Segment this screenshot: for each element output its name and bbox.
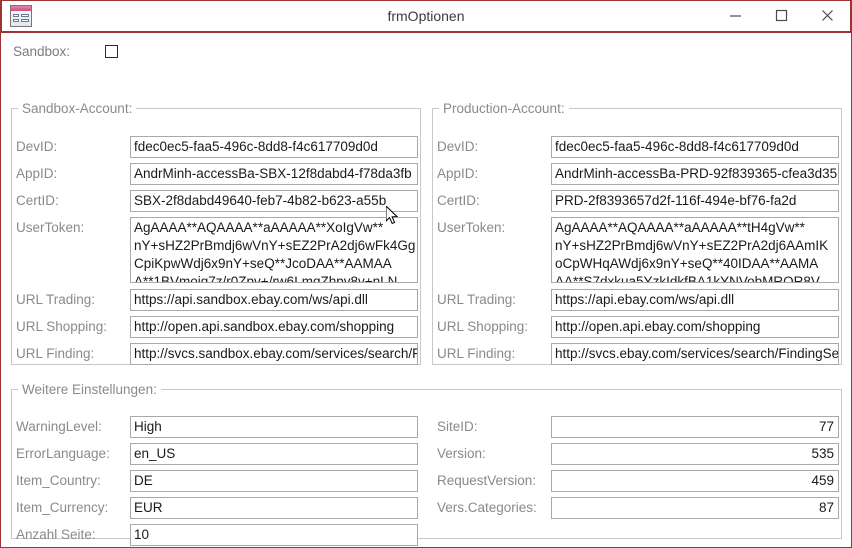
options-dialog-window: frmOptionen Sandbox: Sandbox-Account: De… [0, 0, 852, 548]
requestversion-input[interactable]: 459 [551, 470, 839, 492]
maximize-button[interactable] [758, 1, 804, 29]
sandbox-usertoken-input[interactable]: AgAAAA**AQAAAA**aAAAAA**XoIgVw** nY+sHZ2… [130, 217, 418, 283]
sandbox-certid-input[interactable]: SBX-2f8dabd49640-feb7-4b82-b623-a55b [130, 190, 418, 212]
production-account-legend: Production-Account: [443, 101, 565, 116]
errorlanguage-input[interactable]: en_US [130, 443, 418, 465]
item-country-label: Item_Country: [16, 473, 101, 488]
sandbox-url-finding-input[interactable]: http://svcs.sandbox.ebay.com/services/se… [130, 343, 418, 365]
errorlanguage-label: ErrorLanguage: [16, 446, 110, 461]
vers-categories-label: Vers.Categories: [437, 500, 537, 515]
production-account-group: Production-Account: DevID: fdec0ec5-faa5… [432, 101, 842, 365]
anzahl-seite-label: Anzahl Seite: [16, 527, 96, 542]
sandbox-checkbox[interactable] [105, 44, 118, 58]
sandbox-url-trading-label: URL Trading: [16, 292, 96, 307]
sandbox-appid-label: AppID: [16, 166, 58, 181]
production-certid-input[interactable]: PRD-2f8393657d2f-116f-494e-bf76-fa2d [551, 190, 839, 212]
production-url-finding-input[interactable]: http://svcs.ebay.com/services/search/Fin… [551, 343, 839, 365]
sandbox-account-group: Sandbox-Account: DevID: fdec0ec5-faa5-49… [11, 101, 421, 365]
warninglevel-input[interactable]: High [130, 416, 418, 438]
requestversion-label: RequestVersion: [437, 473, 537, 488]
sandbox-usertoken-label: UserToken: [16, 220, 85, 235]
sandbox-url-finding-label: URL Finding: [16, 346, 95, 361]
title-bar: frmOptionen [1, 0, 851, 33]
warninglevel-label: WarningLevel: [16, 419, 102, 434]
production-url-shopping-input[interactable]: http://open.api.ebay.com/shopping [551, 316, 839, 338]
item-currency-input[interactable]: EUR [130, 497, 418, 519]
version-input[interactable]: 535 [551, 443, 839, 465]
minimize-button[interactable] [712, 1, 758, 29]
sandbox-account-legend: Sandbox-Account: [22, 101, 133, 116]
production-devid-label: DevID: [437, 139, 479, 154]
sandbox-url-shopping-input[interactable]: http://open.api.sandbox.ebay.com/shoppin… [130, 316, 418, 338]
anzahl-seite-input[interactable]: 10 [130, 524, 418, 546]
item-country-input[interactable]: DE [130, 470, 418, 492]
production-usertoken-label: UserToken: [437, 220, 506, 235]
production-url-trading-input[interactable]: https://api.ebay.com/ws/api.dll [551, 289, 839, 311]
sandbox-devid-label: DevID: [16, 139, 58, 154]
window-controls [712, 1, 850, 29]
siteid-input[interactable]: 77 [551, 416, 839, 438]
production-url-trading-label: URL Trading: [437, 292, 517, 307]
weitere-einstellungen-group: Weitere Einstellungen: WarningLevel: Hig… [11, 382, 842, 546]
siteid-label: SiteID: [437, 419, 478, 434]
sandbox-appid-input[interactable]: AndrMinh-accessBa-SBX-12f8dabd4-f78da3fb [130, 163, 418, 185]
production-devid-input[interactable]: fdec0ec5-faa5-496c-8dd8-f4c617709d0d [551, 136, 839, 158]
access-form-icon [10, 5, 32, 27]
vers-categories-input[interactable]: 87 [551, 497, 839, 519]
production-certid-label: CertID: [437, 193, 480, 208]
sandbox-url-trading-input[interactable]: https://api.sandbox.ebay.com/ws/api.dll [130, 289, 418, 311]
sandbox-url-shopping-label: URL Shopping: [16, 319, 108, 334]
sandbox-devid-input[interactable]: fdec0ec5-faa5-496c-8dd8-f4c617709d0d [130, 136, 418, 158]
production-url-finding-label: URL Finding: [437, 346, 516, 361]
production-appid-label: AppID: [437, 166, 479, 181]
sandbox-certid-label: CertID: [16, 193, 59, 208]
sandbox-row: Sandbox: [1, 37, 851, 65]
weitere-einstellungen-legend: Weitere Einstellungen: [22, 382, 157, 397]
production-url-shopping-label: URL Shopping: [437, 319, 529, 334]
close-button[interactable] [804, 1, 850, 29]
sandbox-label: Sandbox: [13, 43, 71, 59]
item-currency-label: Item_Currency: [16, 500, 109, 515]
production-usertoken-input[interactable]: AgAAAA**AQAAAA**aAAAAA**tH4gVw** nY+sHZ2… [551, 217, 839, 283]
production-appid-input[interactable]: AndrMinh-accessBa-PRD-92f839365-cfea3d35 [551, 163, 839, 185]
version-label: Version: [437, 446, 486, 461]
dialog-body: Sandbox: Sandbox-Account: DevID: fdec0ec… [1, 37, 851, 546]
